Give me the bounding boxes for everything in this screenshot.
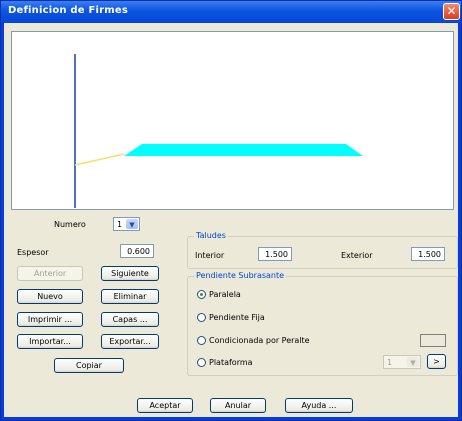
numero-select[interactable]: 1 ▼ [113, 217, 140, 231]
subgrade-line [74, 153, 125, 166]
next-button[interactable]: > [427, 354, 446, 369]
title-bar[interactable]: Definicion de Firmes ✕ [1, 1, 461, 23]
eliminar-button[interactable]: Eliminar [101, 289, 159, 304]
chevron-down-icon: ▼ [407, 357, 419, 367]
close-button[interactable]: ✕ [443, 3, 460, 20]
pendiente-fija-label: Pendiente Fija [209, 313, 265, 322]
exportar-button[interactable]: Exportar... [101, 334, 159, 349]
imprimir-button[interactable]: Imprimir ... [17, 312, 83, 327]
ayuda-button[interactable]: Ayuda ... [285, 398, 353, 413]
chevron-down-icon: ▼ [126, 219, 138, 229]
exterior-label: Exterior [341, 251, 373, 260]
aceptar-button[interactable]: Aceptar [137, 398, 193, 413]
capas-button[interactable]: Capas ... [101, 312, 159, 327]
condicionada-label: Condicionada por Peralte [209, 336, 310, 345]
section-drawing [74, 54, 363, 208]
importar-button[interactable]: Importar... [17, 334, 83, 349]
color-swatch[interactable] [420, 334, 446, 347]
dialog-window: Definicion de Firmes ✕ Numero 1 ▼ Espeso… [0, 0, 462, 421]
espesor-label: Espesor [17, 248, 49, 257]
condicionada-radio[interactable] [197, 336, 206, 345]
pendiente-fija-radio[interactable] [197, 313, 206, 322]
anular-button[interactable]: Anular [210, 398, 266, 413]
numero-label: Numero [54, 220, 86, 229]
dialog-body: Numero 1 ▼ Espesor 0.600 Anterior Siguie… [4, 23, 458, 417]
plataforma-value: 1 [387, 358, 393, 367]
siguiente-button[interactable]: Siguiente [101, 266, 159, 281]
pavement-layer [124, 144, 363, 156]
copiar-button[interactable]: Copiar [54, 358, 124, 373]
plataforma-select[interactable]: 1 ▼ [383, 355, 421, 369]
pendiente-title: Pendiente Subrasante [194, 271, 287, 280]
exterior-input[interactable]: 1.500 [411, 247, 445, 261]
window-title: Definicion de Firmes [8, 5, 129, 16]
close-icon: ✕ [446, 4, 457, 18]
taludes-group: Taludes Interior 1.500 Exterior 1.500 [187, 231, 458, 269]
numero-value: 1 [117, 220, 123, 229]
interior-label: Interior [195, 251, 225, 260]
paralela-label: Paralela [209, 290, 241, 299]
plataforma-radio[interactable] [197, 358, 206, 367]
plataforma-label: Plataforma [209, 358, 253, 367]
section-preview [11, 31, 454, 210]
anterior-button[interactable]: Anterior [17, 266, 83, 281]
espesor-input[interactable]: 0.600 [120, 244, 154, 258]
pendiente-group: Pendiente Subrasante Paralela Pendiente … [187, 271, 458, 376]
nuevo-button[interactable]: Nuevo [17, 289, 83, 304]
paralela-radio[interactable] [197, 290, 206, 299]
taludes-title: Taludes [194, 231, 228, 240]
interior-input[interactable]: 1.500 [258, 247, 292, 261]
